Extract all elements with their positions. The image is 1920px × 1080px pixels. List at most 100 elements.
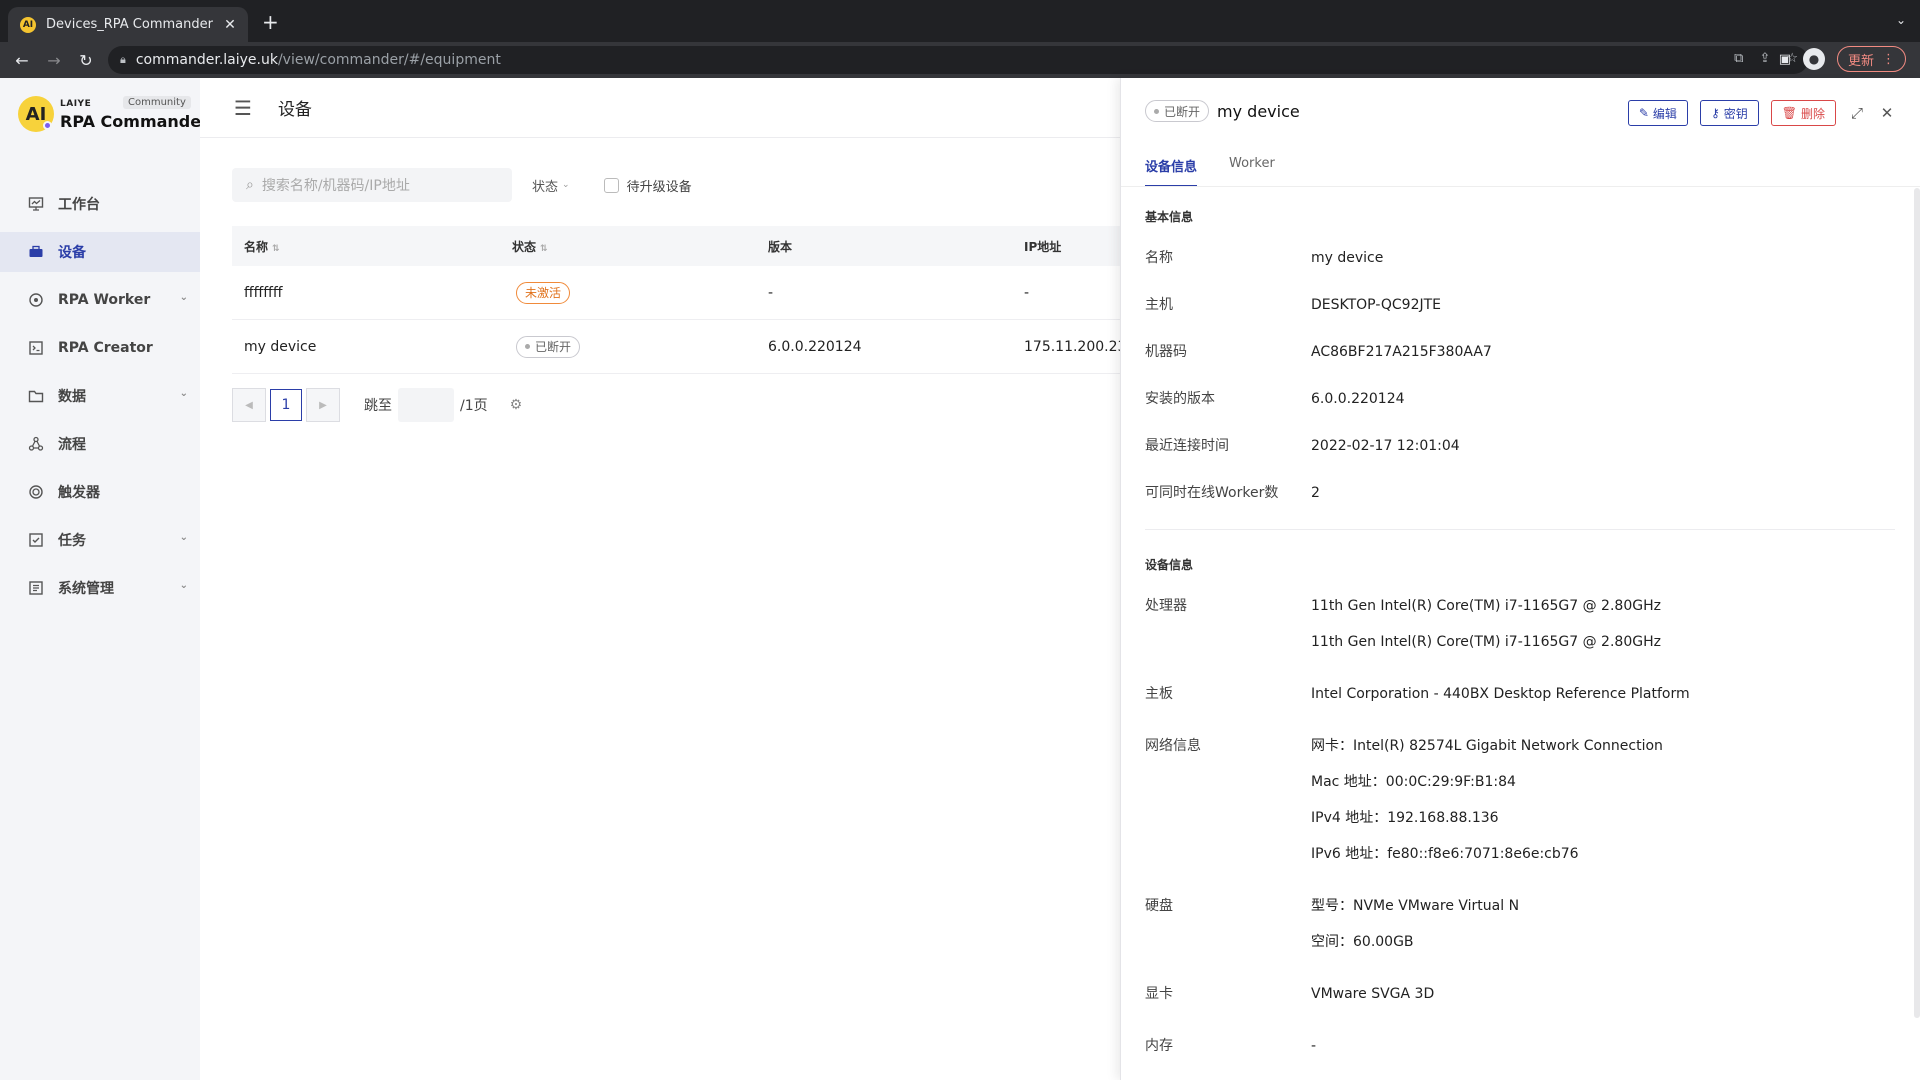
settings-icon <box>26 578 46 598</box>
next-page-icon[interactable]: ▶ <box>306 388 340 422</box>
column-header-name[interactable]: 名称 ⇅ <box>244 238 280 255</box>
sidebar-item-label: 数据 <box>58 389 86 405</box>
edition-badge: Community <box>123 96 191 109</box>
field-last-connected: 最近连接时间 2022-02-17 12:01:04 <box>1145 438 1460 454</box>
table-header: 名称 ⇅ 状态 ⇅ 版本 IP地址 <box>232 226 1120 266</box>
sidebar-item-label: 系统管理 <box>58 581 114 597</box>
device-name[interactable]: ffffffff <box>244 285 283 301</box>
sidebar-item-rpa-worker[interactable]: RPA Worker ⌄ <box>0 280 200 320</box>
drawer-body: 基本信息 名称 my device 主机 DESKTOP-QC92JTE 机器码 AC… <box>1145 208 1895 1080</box>
side-panel-icon[interactable]: ▣ <box>1779 52 1791 67</box>
drawer-title: my device <box>1217 101 1300 121</box>
field-memory: 内存 - <box>1145 1038 1317 1054</box>
status-filter-dropdown[interactable]: 状态 ⌄ <box>532 176 570 195</box>
status-filter-label: 状态 <box>532 179 559 195</box>
url-host: commander.laiye.uk <box>135 52 278 68</box>
total-pages-label: /1页 <box>460 398 488 414</box>
sidebar-item-label: 流程 <box>58 437 86 453</box>
prev-page-icon[interactable]: ◀ <box>232 388 266 422</box>
sidebar-item-label: RPA Creator <box>58 340 153 356</box>
checkbox[interactable] <box>603 177 619 193</box>
device-detail-drawer: 已断开 my device ✎ 编辑 ⚷ 密钥 🗑︎ 删除 ⤢ ✕ 设备信息 Work… <box>1120 78 1920 1080</box>
forward-icon[interactable]: → <box>38 44 70 76</box>
folder-icon <box>26 386 46 406</box>
search-placeholder: 搜索名称/机器码/IP地址 <box>261 178 410 194</box>
sidebar-item-flow[interactable]: 流程 <box>0 424 200 464</box>
sidebar-item-rpa-creator[interactable]: RPA Creator <box>0 328 200 368</box>
back-icon[interactable]: ← <box>6 44 38 76</box>
chevron-down-icon: ⌄ <box>562 180 570 190</box>
filter-bar: ⌕ 搜索名称/机器码/IP地址 状态 ⌄ 待升级设备 <box>232 168 692 202</box>
page-number-current[interactable]: 1 <box>270 389 302 421</box>
key-button[interactable]: ⚷ 密钥 <box>1699 100 1759 126</box>
field-disk: 硬盘 型号：NVMe VMware Virtual N 空间：60.00GB <box>1145 898 1520 950</box>
gear-icon[interactable]: ⚙ <box>510 397 523 413</box>
sidebar-item-devices[interactable]: 设备 <box>0 232 200 272</box>
page-title: 设备 <box>277 100 312 120</box>
tab-device-info[interactable]: 设备信息 <box>1145 156 1198 187</box>
sidebar-item-system[interactable]: 系统管理 ⌄ <box>0 568 200 608</box>
sidebar-item-label: 工作台 <box>58 197 100 213</box>
table-row[interactable]: my device 已断开 6.0.0.220124 175.11.200.23 <box>232 320 1126 374</box>
task-icon <box>26 530 46 550</box>
upgrade-filter-label: 待升级设备 <box>626 179 692 195</box>
worker-icon <box>26 290 46 310</box>
column-header-version: 版本 <box>768 239 793 254</box>
delete-button[interactable]: 🗑︎ 删除 <box>1770 100 1836 126</box>
key-icon: ⚷ <box>1710 106 1720 120</box>
table-row[interactable]: ffffffff 未激活 - - <box>232 266 1120 320</box>
field-network: 网络信息 网卡：Intel(R) 82574L Gigabit Network … <box>1145 738 1663 862</box>
translate-icon[interactable]: ⧉ <box>1734 51 1743 66</box>
lock-icon: 🔒︎ <box>120 53 126 66</box>
browser-update-button[interactable]: 更新 ⋮ <box>1836 46 1906 72</box>
profile-avatar-icon[interactable]: ● <box>1802 48 1825 70</box>
close-tab-icon[interactable]: ✕ <box>222 17 238 33</box>
edit-button[interactable]: ✎ 编辑 <box>1627 100 1688 126</box>
expand-icon[interactable]: ⤢ <box>1848 104 1866 122</box>
device-version: 6.0.0.220124 <box>768 338 862 355</box>
page-jump-input[interactable] <box>398 388 454 422</box>
jump-label: 跳至 <box>364 398 392 414</box>
device-name[interactable]: my device <box>244 339 316 355</box>
sidebar-item-label: 触发器 <box>58 485 100 501</box>
page-jump: 跳至 /1页 <box>364 388 488 422</box>
tab-title: Devices_RPA Commander <box>46 17 213 32</box>
device-version: - <box>768 284 774 301</box>
upgrade-filter-checkbox[interactable]: 待升级设备 <box>603 176 692 195</box>
main-content: ☰ 设备 ⌕ 搜索名称/机器码/IP地址 状态 ⌄ 待升级设备 名称 ⇅ 状态 ⇅ … <box>200 78 1126 1080</box>
sidebar-item-label: 设备 <box>58 245 86 261</box>
new-tab-icon[interactable]: + <box>262 12 279 32</box>
sort-icon[interactable]: ⇅ <box>540 244 548 254</box>
drawer-header: 已断开 my device <box>1145 100 1300 122</box>
search-icon: ⌕ <box>246 177 254 193</box>
field-cpu: 处理器 11th Gen Intel(R) Core(TM) i7-1165G7… <box>1145 598 1661 650</box>
pagination: ◀ 1 ▶ 跳至 /1页 ⚙ <box>232 388 522 422</box>
browser-tab[interactable]: AI Devices_RPA Commander ✕ <box>8 7 248 42</box>
sidebar-item-trigger[interactable]: 触发器 <box>0 472 200 512</box>
device-ip: 175.11.200.23 <box>1024 338 1127 355</box>
sidebar-item-data[interactable]: 数据 ⌄ <box>0 376 200 416</box>
sidebar-item-label: RPA Worker <box>58 292 151 308</box>
app-logo[interactable]: AI LAIYE Community RPA Commander <box>18 96 209 136</box>
chevron-down-icon: ⌄ <box>179 532 188 543</box>
sidebar-item-task[interactable]: 任务 ⌄ <box>0 520 200 560</box>
update-label: 更新 <box>1847 53 1874 69</box>
device-icon <box>26 242 46 262</box>
field-name: 名称 my device <box>1145 250 1384 266</box>
sidebar: AI LAIYE Community RPA Commander 工作台 设备 … <box>0 78 209 1080</box>
tab-worker[interactable]: Worker <box>1229 156 1275 187</box>
column-header-status[interactable]: 状态 ⇅ <box>512 238 548 255</box>
sort-icon[interactable]: ⇅ <box>272 244 280 254</box>
product-name: RPA Commander <box>60 112 209 131</box>
share-icon[interactable]: ⇪ <box>1759 51 1770 66</box>
close-icon[interactable]: ✕ <box>1878 104 1896 122</box>
field-version: 安装的版本 6.0.0.220124 <box>1145 391 1405 407</box>
search-input[interactable]: ⌕ 搜索名称/机器码/IP地址 <box>232 168 512 202</box>
url-field[interactable]: 🔒︎ commander.laiye.uk/view/commander/#/e… <box>108 46 1808 74</box>
reload-icon[interactable]: ↻ <box>70 44 102 76</box>
drawer-scrollbar[interactable] <box>1914 188 1920 1018</box>
sidebar-item-workbench[interactable]: 工作台 <box>0 184 200 224</box>
collapse-sidebar-icon[interactable]: ☰ <box>234 96 252 120</box>
tab-search-icon[interactable]: ⌄ <box>1896 13 1906 27</box>
logo-brand: LAIYE <box>60 99 92 109</box>
